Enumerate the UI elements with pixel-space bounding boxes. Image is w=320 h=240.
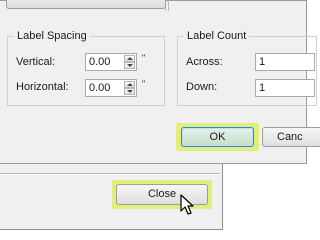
label-options-dialog: Label Spacing Vertical: 0.00 " Horizonta… [0,0,320,164]
vertical-label: Vertical: [16,56,56,68]
arrow-up-icon[interactable] [124,55,135,62]
arrow-down-icon[interactable] [124,88,135,95]
divider [168,0,169,11]
cancel-button[interactable]: Canc [262,127,320,147]
arrow-down-icon[interactable] [124,62,135,69]
label-count-title: Label Count [184,29,250,43]
down-value[interactable]: 1 [259,82,265,95]
stepper-buttons [124,81,135,95]
ok-button[interactable]: OK [181,127,254,147]
across-label: Across: [186,56,223,68]
horizontal-spacing-value[interactable]: 0.00 [89,82,110,95]
label-spacing-group: Label Spacing Vertical: 0.00 " Horizonta… [7,29,165,106]
horizontal-unit: " [142,79,146,89]
close-button[interactable]: Close [116,184,208,205]
down-stepper[interactable]: 1 [255,79,315,97]
across-stepper[interactable]: 1 [255,53,315,71]
horizontal-spacing-stepper[interactable]: 0.00 [85,79,137,97]
label-count-group: Label Count Across: 1 Down: 1 [177,29,317,106]
arrow-up-icon[interactable] [124,81,135,88]
mouse-pointer-icon [180,194,194,215]
label-spacing-title: Label Spacing [14,29,90,43]
stepper-buttons [124,55,135,69]
across-value[interactable]: 1 [259,56,265,69]
cropped-top-control[interactable] [6,0,166,9]
down-label: Down: [186,81,218,93]
vertical-unit: " [142,53,146,63]
cropped-top-area [0,0,299,15]
vertical-spacing-stepper[interactable]: 0.00 [85,53,137,71]
vertical-spacing-value[interactable]: 0.00 [89,56,110,69]
horizontal-label: Horizontal: [16,81,69,93]
divider [0,174,220,175]
